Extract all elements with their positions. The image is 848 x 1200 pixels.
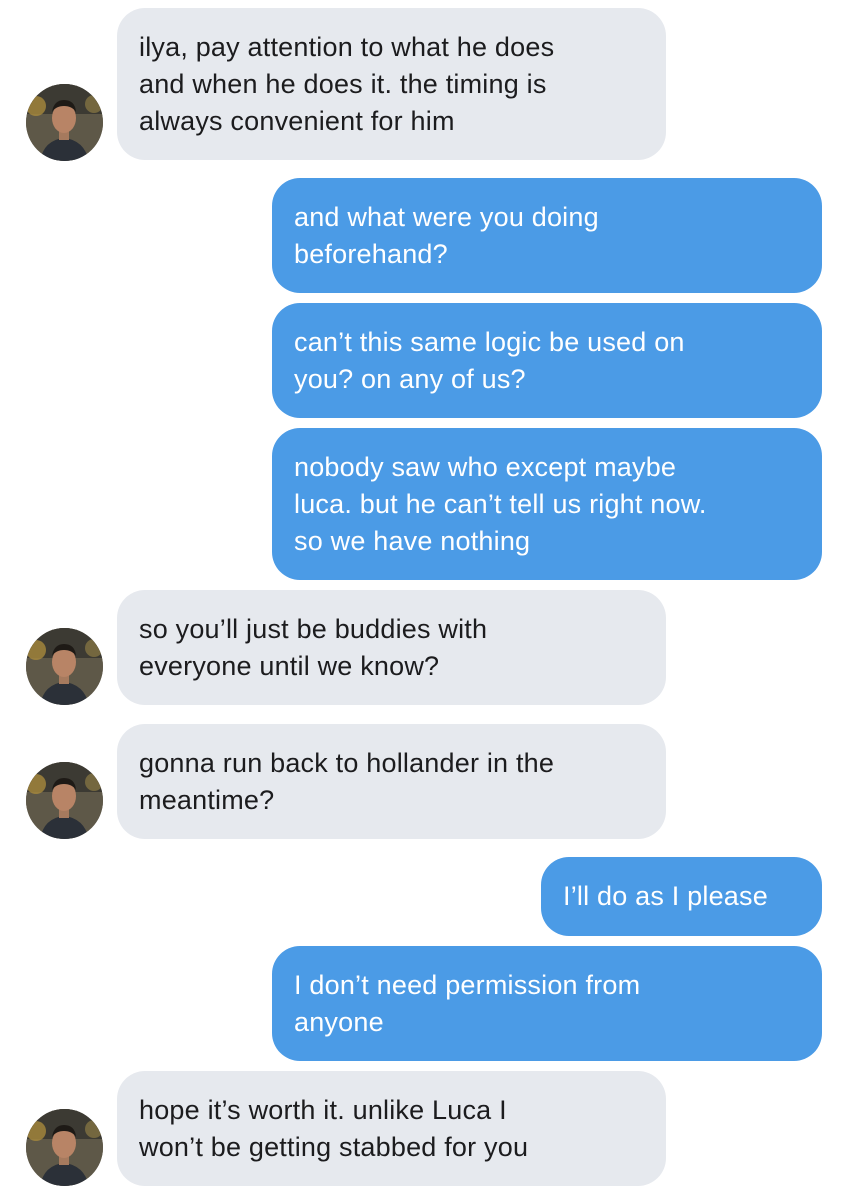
message-text-line: you? on any of us? [294,363,526,394]
contact-avatar[interactable] [26,1109,103,1186]
message-text-line: and what were you doing [294,201,599,232]
message-row-incoming: so you’ll just be buddies with everyone … [0,590,848,705]
message-text-line: always convenient for him [139,105,455,136]
message-text-line: so we have nothing [294,525,531,556]
outgoing-message-bubble[interactable]: can’t this same logic be used on you? on… [272,303,822,418]
message-text-line: I’ll do as I please [563,881,768,911]
outgoing-message-bubble[interactable]: and what were you doing beforehand? [272,178,822,293]
message-row-outgoing: and what were you doing beforehand? [0,178,848,293]
message-text-line: meantime? [139,784,275,815]
contact-avatar[interactable] [26,762,103,839]
message-text-line: nobody saw who except maybe [294,451,677,482]
message-text-line: I don’t need permission from [294,969,641,1000]
message-text-line: won’t be getting stabbed for you [139,1131,529,1162]
message-text-line: can’t this same logic be used on [294,326,685,357]
avatar-photo-icon [26,628,103,705]
message-text-line: gonna run back to hollander in the [139,747,555,778]
message-text-line: anyone [294,1006,384,1037]
message-thread: ilya, pay attention to what he does and … [0,0,848,1200]
outgoing-message-bubble[interactable]: nobody saw who except maybe luca. but he… [272,428,822,580]
avatar-photo-icon [26,1109,103,1186]
incoming-message-bubble[interactable]: so you’ll just be buddies with everyone … [117,590,666,705]
contact-avatar[interactable] [26,628,103,705]
message-text-line: everyone until we know? [139,650,440,681]
message-text-line: beforehand? [294,238,448,269]
contact-avatar[interactable] [26,84,103,161]
message-text-line: so you’ll just be buddies with [139,613,488,644]
message-text-line: and when he does it. the timing is [139,68,547,99]
message-row-incoming: gonna run back to hollander in the meant… [0,724,848,839]
message-row-outgoing: I’ll do as I please [0,857,848,936]
incoming-message-bubble[interactable]: hope it’s worth it. unlike Luca I won’t … [117,1071,666,1186]
incoming-message-bubble[interactable]: ilya, pay attention to what he does and … [117,8,666,160]
avatar-photo-icon [26,762,103,839]
outgoing-message-bubble[interactable]: I don’t need permission from anyone [272,946,822,1061]
message-text-line: luca. but he can’t tell us right now. [294,488,707,519]
message-row-outgoing: can’t this same logic be used on you? on… [0,303,848,418]
outgoing-message-bubble[interactable]: I’ll do as I please [541,857,822,936]
message-text-line: ilya, pay attention to what he does [139,31,555,62]
message-row-outgoing: I don’t need permission from anyone [0,946,848,1061]
message-row-incoming: ilya, pay attention to what he does and … [0,8,848,161]
message-text-line: hope it’s worth it. unlike Luca I [139,1094,507,1125]
avatar-photo-icon [26,84,103,161]
message-row-incoming: hope it’s worth it. unlike Luca I won’t … [0,1071,848,1186]
incoming-message-bubble[interactable]: gonna run back to hollander in the meant… [117,724,666,839]
message-row-outgoing: nobody saw who except maybe luca. but he… [0,428,848,580]
